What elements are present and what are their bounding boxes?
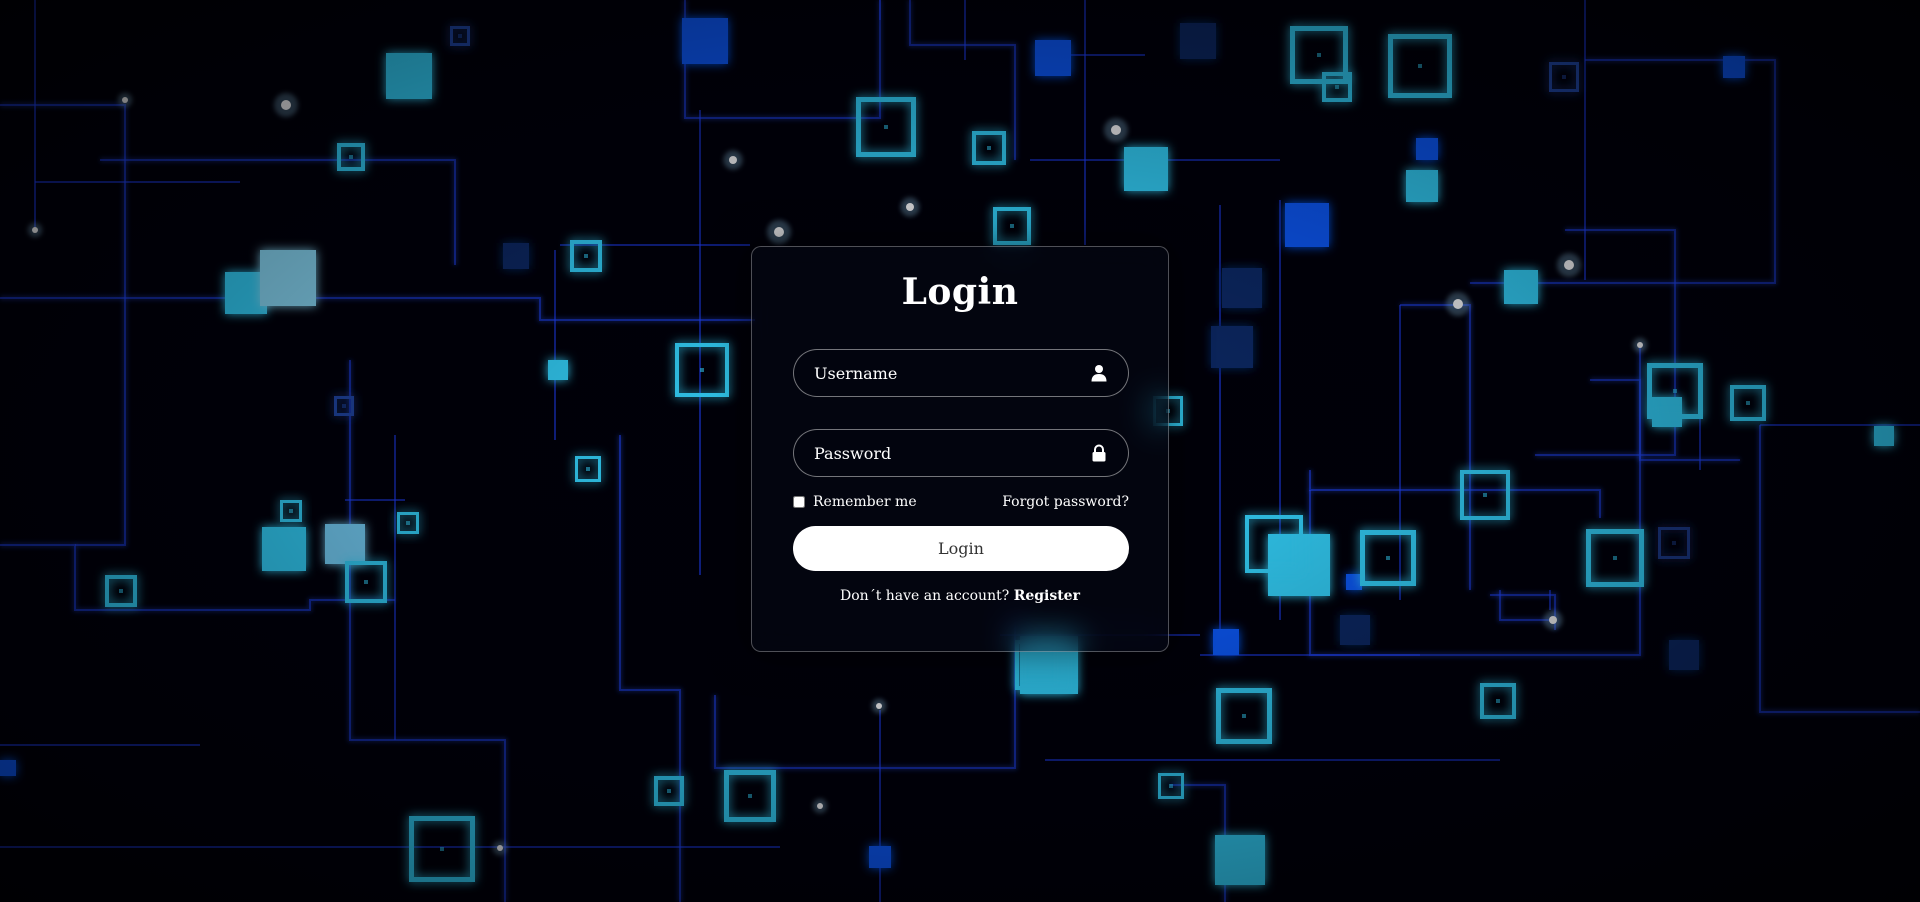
remember-me[interactable]: Remember me [793,494,917,510]
forgot-password-link[interactable]: Forgot password? [1002,494,1129,510]
login-card: Login Remember me Forgot password? Login… [751,246,1169,652]
options-row: Remember me Forgot password? [793,494,1129,514]
login-title: Login [901,271,1019,313]
username-field[interactable] [793,349,1129,397]
register-prompt: Don´t have an account? [840,588,1010,604]
register-link[interactable]: Register [1014,588,1080,604]
register-line: Don´t have an account? Register [752,588,1168,604]
username-input[interactable] [794,350,1128,396]
remember-me-label: Remember me [813,494,917,510]
lock-icon [1092,444,1106,462]
login-button[interactable]: Login [793,526,1129,571]
password-field[interactable] [793,429,1129,477]
remember-me-checkbox[interactable] [793,496,805,508]
password-input[interactable] [794,430,1128,476]
user-icon [1091,365,1107,382]
